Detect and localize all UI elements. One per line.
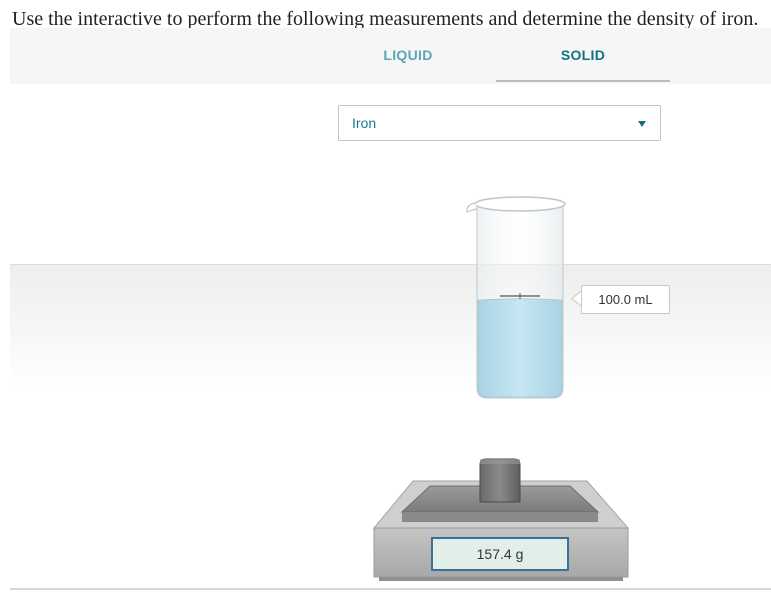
volume-readout: 100.0 mL (581, 285, 670, 314)
lab-bench (10, 264, 771, 390)
tab-liquid[interactable]: LIQUID (321, 28, 495, 80)
material-select[interactable]: Iron (338, 105, 661, 141)
tab-bar: LIQUID SOLID (10, 28, 771, 84)
floor-line (10, 588, 771, 590)
material-select-value: Iron (352, 115, 377, 131)
mass-readout: 157.4 g (431, 537, 569, 571)
tab-solid[interactable]: SOLID (496, 28, 670, 82)
caret-down-icon (638, 121, 646, 127)
iron-block[interactable] (479, 458, 521, 503)
